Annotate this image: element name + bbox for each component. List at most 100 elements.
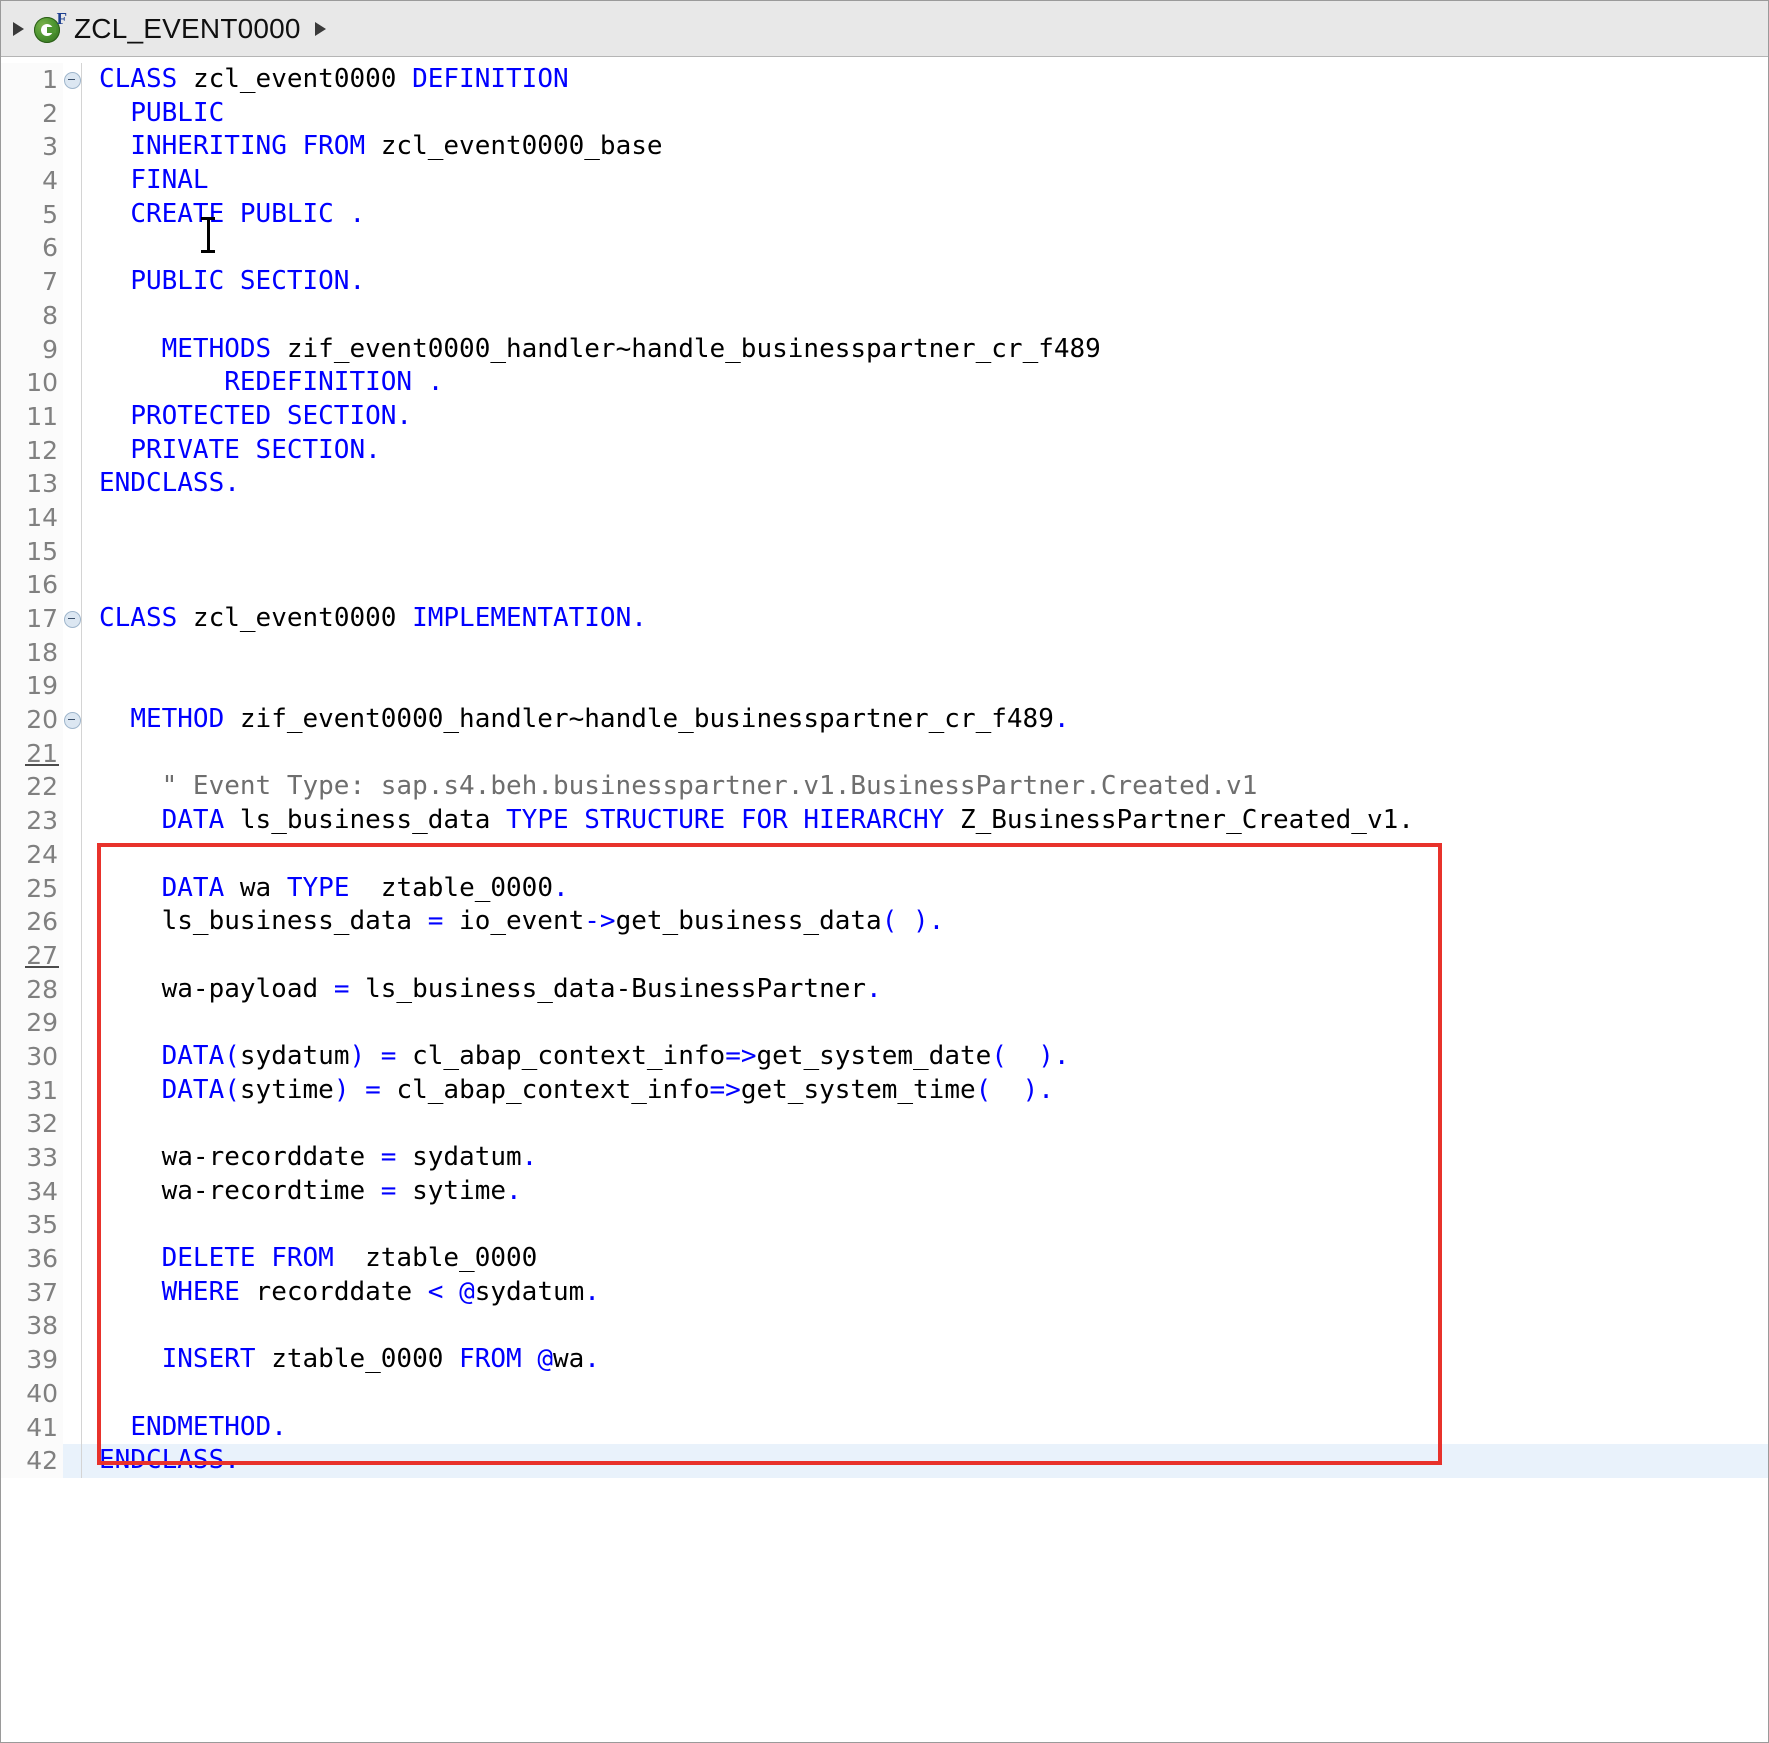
line-number: 42 bbox=[1, 1444, 63, 1478]
line-number: 12 bbox=[1, 433, 63, 468]
code-line[interactable]: 1 CLASS zcl_event0000 DEFINITION bbox=[1, 63, 1768, 97]
code-line[interactable]: 30 DATA(sydatum) = cl_abap_context_info=… bbox=[1, 1039, 1768, 1074]
gutter-separator bbox=[81, 1376, 82, 1411]
code-text[interactable]: DATA(sydatum) = cl_abap_context_info=>ge… bbox=[82, 1040, 1768, 1074]
line-number: 9 bbox=[1, 332, 63, 367]
code-text[interactable]: INHERITING FROM zcl_event0000_base bbox=[82, 130, 1768, 164]
gutter-separator bbox=[81, 635, 82, 670]
code-line[interactable]: 37 WHERE recorddate < @sydatum. bbox=[1, 1275, 1768, 1310]
code-text[interactable]: INSERT ztable_0000 FROM @wa. bbox=[82, 1343, 1768, 1377]
code-line[interactable]: 15 bbox=[1, 534, 1768, 569]
gutter-separator bbox=[81, 164, 82, 198]
code-line[interactable]: 34 wa-recordtime = sytime. bbox=[1, 1174, 1768, 1209]
code-line[interactable]: 27 bbox=[1, 938, 1768, 973]
code-line[interactable]: 18 bbox=[1, 635, 1768, 670]
code-editor[interactable]: 1 CLASS zcl_event0000 DEFINITION 2 PUBLIC 3… bbox=[1, 57, 1768, 1742]
code-line[interactable]: 16 bbox=[1, 568, 1768, 603]
code-line[interactable]: 14 bbox=[1, 500, 1768, 535]
code-line[interactable]: 13 ENDCLASS. bbox=[1, 467, 1768, 501]
gutter-separator bbox=[81, 736, 82, 771]
code-line[interactable]: 24 bbox=[1, 837, 1768, 872]
code-lines[interactable]: 1 CLASS zcl_event0000 DEFINITION 2 PUBLIC 3… bbox=[1, 57, 1768, 1478]
code-text[interactable]: CLASS zcl_event0000 IMPLEMENTATION. bbox=[82, 602, 1768, 636]
code-line[interactable]: 38 bbox=[1, 1309, 1768, 1344]
code-line[interactable]: 33 wa-recorddate = sydatum. bbox=[1, 1141, 1768, 1175]
chevron-right-icon[interactable] bbox=[13, 21, 24, 36]
code-text[interactable]: CREATE PUBLIC . bbox=[82, 198, 1768, 232]
gutter-separator bbox=[81, 770, 82, 805]
code-text[interactable]: PRIVATE SECTION. bbox=[82, 434, 1768, 468]
code-line[interactable]: 7 PUBLIC SECTION. bbox=[1, 265, 1768, 299]
code-line[interactable]: 2 PUBLIC bbox=[1, 96, 1768, 131]
code-text[interactable]: REDEFINITION . bbox=[82, 366, 1768, 400]
code-line[interactable]: 17 CLASS zcl_event0000 IMPLEMENTATION. bbox=[1, 602, 1768, 636]
line-number: 24 bbox=[1, 837, 63, 872]
gutter-separator bbox=[81, 366, 82, 400]
line-number: 15 bbox=[1, 534, 63, 569]
code-text[interactable]: DATA(sytime) = cl_abap_context_info=>get… bbox=[82, 1074, 1768, 1108]
code-line[interactable]: 29 bbox=[1, 1006, 1768, 1040]
code-line[interactable]: 40 bbox=[1, 1376, 1768, 1411]
abap-editor-window: F ZCL_EVENT0000 1 CLASS zcl_event0000 DEF… bbox=[0, 0, 1769, 1743]
code-text[interactable]: DATA wa TYPE ztable_0000. bbox=[82, 872, 1768, 906]
code-line[interactable]: 42 ENDCLASS. bbox=[1, 1444, 1768, 1478]
code-text[interactable]: ENDCLASS. bbox=[82, 467, 1768, 501]
line-number: 6 bbox=[1, 231, 63, 266]
code-line[interactable]: 19 bbox=[1, 669, 1768, 704]
code-text[interactable]: PUBLIC SECTION. bbox=[82, 265, 1768, 299]
line-number: 30 bbox=[1, 1039, 63, 1074]
code-line[interactable]: 20 METHOD zif_event0000_handler~handle_b… bbox=[1, 703, 1768, 737]
code-text[interactable]: ls_business_data = io_event->get_busines… bbox=[82, 905, 1768, 939]
line-number: 29 bbox=[1, 1006, 63, 1040]
code-text[interactable]: METHODS zif_event0000_handler~handle_bus… bbox=[82, 333, 1768, 367]
code-text[interactable]: METHOD zif_event0000_handler~handle_busi… bbox=[82, 703, 1768, 737]
code-line[interactable]: 4 FINAL bbox=[1, 164, 1768, 198]
line-number: 35 bbox=[1, 1208, 63, 1243]
code-line[interactable]: 36 DELETE FROM ztable_0000 bbox=[1, 1242, 1768, 1276]
code-line[interactable]: 21 bbox=[1, 736, 1768, 771]
code-text[interactable]: WHERE recorddate < @sydatum. bbox=[82, 1276, 1768, 1310]
code-text[interactable]: DATA ls_business_data TYPE STRUCTURE FOR… bbox=[82, 804, 1768, 838]
code-line[interactable]: 3 INHERITING FROM zcl_event0000_base bbox=[1, 130, 1768, 165]
code-line[interactable]: 23 DATA ls_business_data TYPE STRUCTURE … bbox=[1, 804, 1768, 838]
code-line[interactable]: 35 bbox=[1, 1208, 1768, 1243]
code-line[interactable]: 25 DATA wa TYPE ztable_0000. bbox=[1, 871, 1768, 906]
gutter-separator bbox=[81, 1309, 82, 1344]
code-text[interactable]: CLASS zcl_event0000 DEFINITION bbox=[82, 63, 1768, 97]
chevron-right-next-icon[interactable] bbox=[314, 21, 326, 36]
breadcrumb-label[interactable]: ZCL_EVENT0000 bbox=[74, 13, 301, 45]
gutter-separator bbox=[81, 332, 82, 367]
code-line[interactable]: 6 bbox=[1, 231, 1768, 266]
code-text[interactable]: wa-recordtime = sytime. bbox=[82, 1175, 1768, 1209]
line-number: 17 bbox=[1, 602, 63, 636]
code-line[interactable]: 39 INSERT ztable_0000 FROM @wa. bbox=[1, 1343, 1768, 1377]
code-text[interactable]: FINAL bbox=[82, 164, 1768, 198]
code-line[interactable]: 22 " Event Type: sap.s4.beh.businesspart… bbox=[1, 770, 1768, 805]
line-number: 4 bbox=[1, 164, 63, 198]
breadcrumb[interactable]: F ZCL_EVENT0000 bbox=[1, 1, 1768, 57]
code-text[interactable]: wa-payload = ls_business_data-BusinessPa… bbox=[82, 973, 1768, 1007]
code-text[interactable]: ENDCLASS. bbox=[82, 1444, 1768, 1478]
code-line[interactable]: 9 METHODS zif_event0000_handler~handle_b… bbox=[1, 332, 1768, 367]
code-line[interactable]: 8 bbox=[1, 298, 1768, 333]
code-text[interactable]: PROTECTED SECTION. bbox=[82, 400, 1768, 434]
code-line[interactable]: 5 CREATE PUBLIC . bbox=[1, 197, 1768, 232]
code-text[interactable]: wa-recorddate = sydatum. bbox=[82, 1141, 1768, 1175]
code-line[interactable]: 28 wa-payload = ls_business_data-Busines… bbox=[1, 972, 1768, 1007]
code-text[interactable]: " Event Type: sap.s4.beh.businesspartner… bbox=[82, 770, 1768, 804]
line-number: 11 bbox=[1, 399, 63, 434]
code-line[interactable]: 31 DATA(sytime) = cl_abap_context_info=>… bbox=[1, 1073, 1768, 1108]
line-number: 25 bbox=[1, 871, 63, 906]
code-line[interactable]: 12 PRIVATE SECTION. bbox=[1, 433, 1768, 468]
code-text[interactable]: ENDMETHOD. bbox=[82, 1411, 1768, 1445]
code-line[interactable]: 26 ls_business_data = io_event->get_busi… bbox=[1, 905, 1768, 939]
gutter-separator bbox=[81, 197, 82, 232]
gutter-separator bbox=[81, 1073, 82, 1108]
code-text[interactable]: PUBLIC bbox=[82, 97, 1768, 131]
code-line[interactable]: 10 REDEFINITION . bbox=[1, 366, 1768, 400]
code-line[interactable]: 11 PROTECTED SECTION. bbox=[1, 399, 1768, 434]
gutter-separator bbox=[81, 837, 82, 872]
code-line[interactable]: 41 ENDMETHOD. bbox=[1, 1410, 1768, 1445]
code-text[interactable]: DELETE FROM ztable_0000 bbox=[82, 1242, 1768, 1276]
code-line[interactable]: 32 bbox=[1, 1107, 1768, 1142]
